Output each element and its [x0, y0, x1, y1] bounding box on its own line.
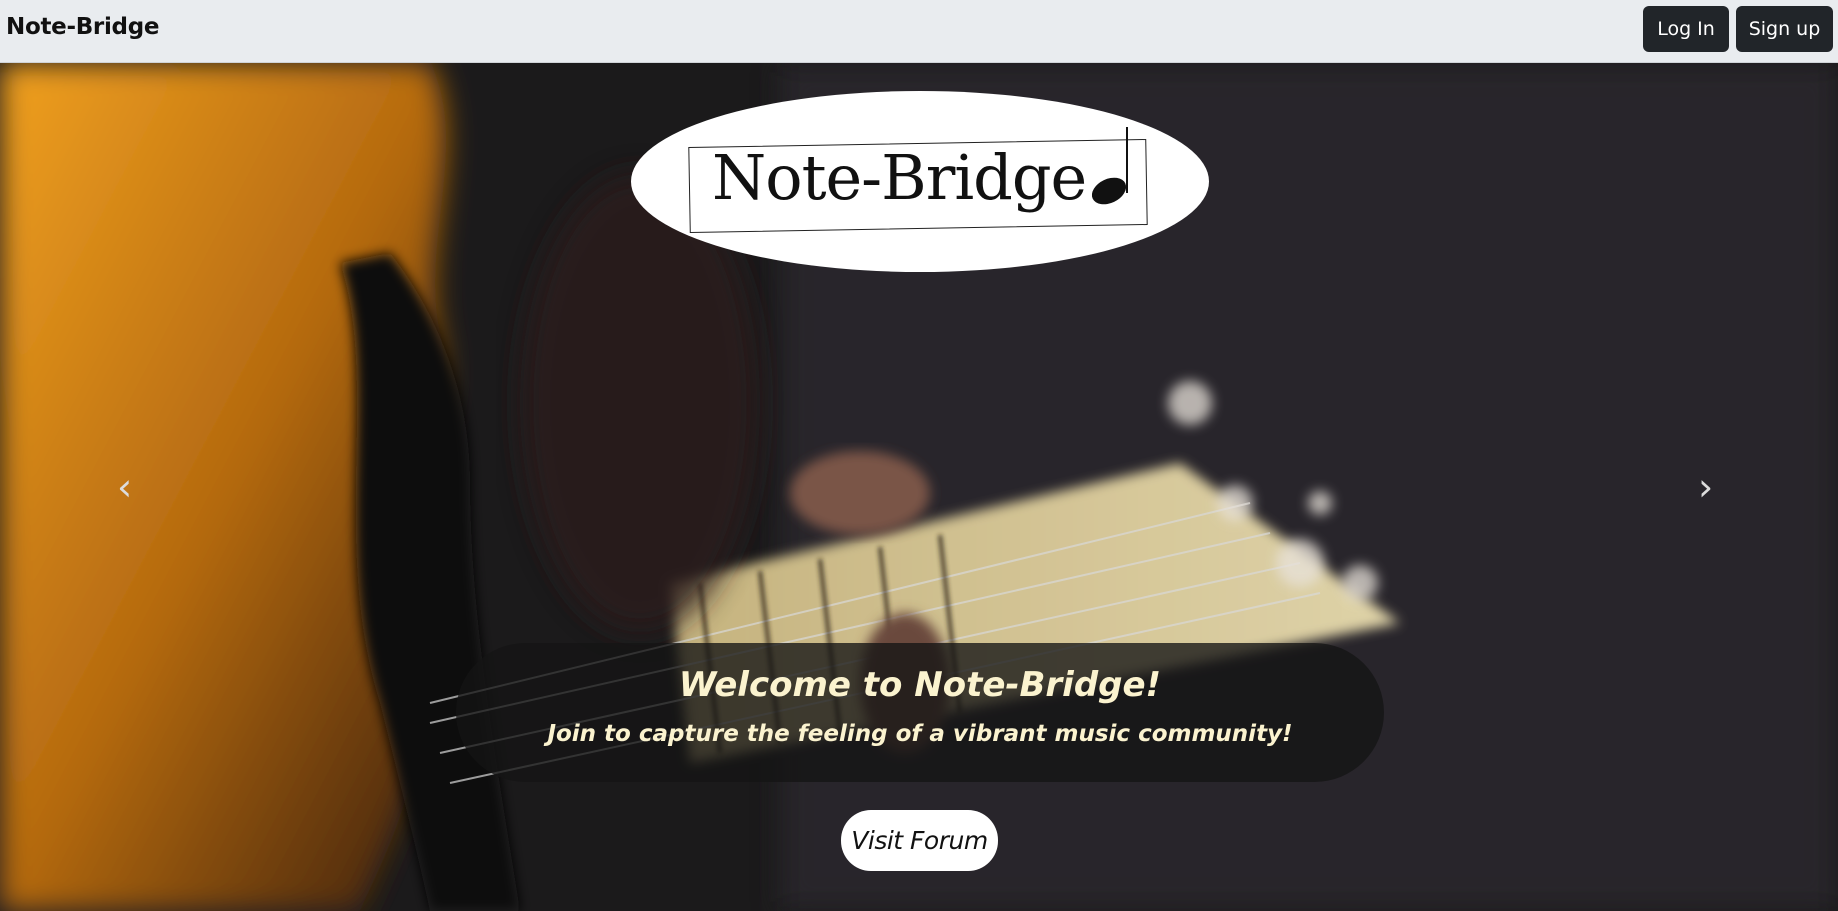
hero-carousel: Note-Bridge ‹ › Welcome to Note-Bridge! …	[0, 63, 1838, 911]
music-note-stem	[1126, 127, 1128, 193]
carousel-prev-button[interactable]: ‹	[117, 468, 132, 506]
carousel-next-button[interactable]: ›	[1698, 468, 1713, 506]
navbar: Note-Bridge Log In Sign up	[0, 0, 1838, 63]
logo-text: Note-Bridge	[712, 141, 1087, 214]
login-button[interactable]: Log In	[1643, 6, 1729, 52]
navbar-brand[interactable]: Note-Bridge	[6, 14, 159, 40]
caption-subtitle: Join to capture the feeling of a vibrant…	[547, 721, 1293, 747]
carousel-caption: Welcome to Note-Bridge! Join to capture …	[456, 643, 1384, 782]
visit-forum-button[interactable]: Visit Forum	[841, 810, 998, 871]
caption-title: Welcome to Note-Bridge!	[678, 665, 1162, 705]
hand-shape	[790, 451, 930, 535]
signup-button[interactable]: Sign up	[1736, 6, 1833, 52]
logo-ellipse: Note-Bridge	[631, 91, 1209, 272]
